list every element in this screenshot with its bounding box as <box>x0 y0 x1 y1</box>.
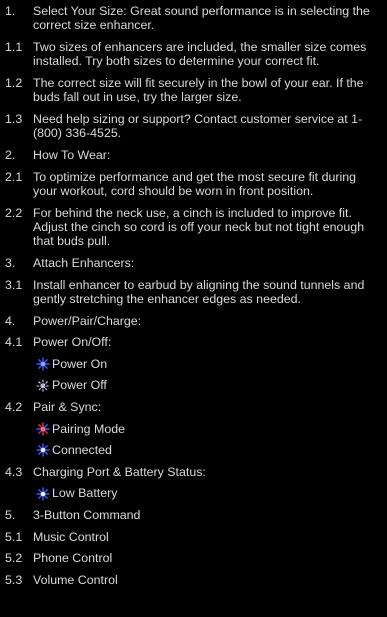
list-item: 4.2 Pair & Sync: <box>5 400 379 414</box>
item-text: Charging Port & Battery Status: <box>33 464 206 479</box>
item-number: 4.1 <box>5 335 23 350</box>
item-number: 1.2 <box>5 76 23 90</box>
list-item: 5.2 Phone Control <box>5 551 379 565</box>
item-text: Need help sizing or support? Contact cus… <box>33 112 363 141</box>
item-text: 3-Button Command <box>33 507 141 522</box>
item-number: 2.2 <box>5 205 23 220</box>
item-number: 3. <box>5 256 16 270</box>
indicator-low-battery: Low Battery <box>5 486 379 500</box>
item-text: Phone Control <box>33 551 113 566</box>
item-text: To optimize performance and get the most… <box>33 169 357 198</box>
blue-led-icon <box>36 443 50 458</box>
indicator-label: Power On <box>52 356 108 371</box>
item-text: Two sizes of enhancers are included, the… <box>33 40 367 69</box>
item-number: 4. <box>5 313 16 328</box>
item-text: Attach Enhancers: <box>33 256 135 270</box>
indicator-label: Low Battery <box>52 486 118 501</box>
item-text: How To Wear: <box>33 148 111 162</box>
list-item: 1.3 Need help sizing or support? Contact… <box>5 112 379 141</box>
list-item: 5.1 Music Control <box>5 530 379 544</box>
item-text: Power On/Off: <box>33 335 112 350</box>
item-text: The correct size will fit securely in th… <box>33 76 364 105</box>
instructions-document: 1. Select Your Size: Great sound perform… <box>0 0 387 617</box>
item-number: 5. <box>5 507 16 522</box>
item-number: 5.2 <box>5 551 23 566</box>
item-number: 1. <box>5 4 16 18</box>
indicator-label: Power Off <box>52 378 107 393</box>
indicator-label: Connected <box>52 443 112 458</box>
list-item: 1.2 The correct size will fit securely i… <box>5 76 379 105</box>
item-text: Pair & Sync: <box>33 399 102 414</box>
indicator-pairing-mode: Pairing Mode <box>5 422 379 436</box>
blue-led-icon <box>36 486 50 501</box>
item-number: 4.3 <box>5 464 23 479</box>
indicator-connected: Connected <box>5 443 379 457</box>
list-item: 2.1 To optimize performance and get the … <box>5 170 379 199</box>
item-text: Install enhancer to earbud by aligning t… <box>33 277 365 306</box>
item-number: 5.1 <box>5 529 23 544</box>
item-number: 3.1 <box>5 277 23 292</box>
item-text: Volume Control <box>33 572 118 587</box>
item-number: 2. <box>5 148 16 162</box>
item-text: Music Control <box>33 529 109 544</box>
off-led-icon <box>36 379 50 393</box>
red-blue-led-icon <box>36 422 50 436</box>
item-number: 5.3 <box>5 572 23 587</box>
list-item: 2.2 For behind the neck use, a cinch is … <box>5 206 379 249</box>
indicator-power-off: Power Off <box>5 378 379 392</box>
list-item: 4. Power/Pair/Charge: <box>5 314 379 328</box>
indicator-label: Pairing Mode <box>52 421 126 436</box>
item-text: Power/Pair/Charge: <box>33 313 142 328</box>
list-item: 2. How To Wear: <box>5 148 379 162</box>
list-item: 4.3 Charging Port & Battery Status: <box>5 465 379 479</box>
list-item: 1. Select Your Size: Great sound perform… <box>5 4 379 33</box>
item-number: 1.3 <box>5 112 23 126</box>
list-item: 4.1 Power On/Off: <box>5 335 379 349</box>
list-item: 5.3 Volume Control <box>5 573 379 587</box>
list-item: 5. 3-Button Command <box>5 508 379 522</box>
item-number: 4.2 <box>5 399 23 414</box>
blue-led-icon <box>36 357 50 371</box>
item-number: 2.1 <box>5 169 23 184</box>
indicator-power-on: Power On <box>5 357 379 371</box>
list-item: 3. Attach Enhancers: <box>5 256 379 270</box>
list-item: 3.1 Install enhancer to earbud by aligni… <box>5 278 379 307</box>
item-text: Select Your Size: Great sound performanc… <box>33 4 370 33</box>
item-text: For behind the neck use, a cinch is incl… <box>33 205 365 249</box>
item-number: 1.1 <box>5 40 23 54</box>
list-item: 1.1 Two sizes of enhancers are included,… <box>5 40 379 69</box>
